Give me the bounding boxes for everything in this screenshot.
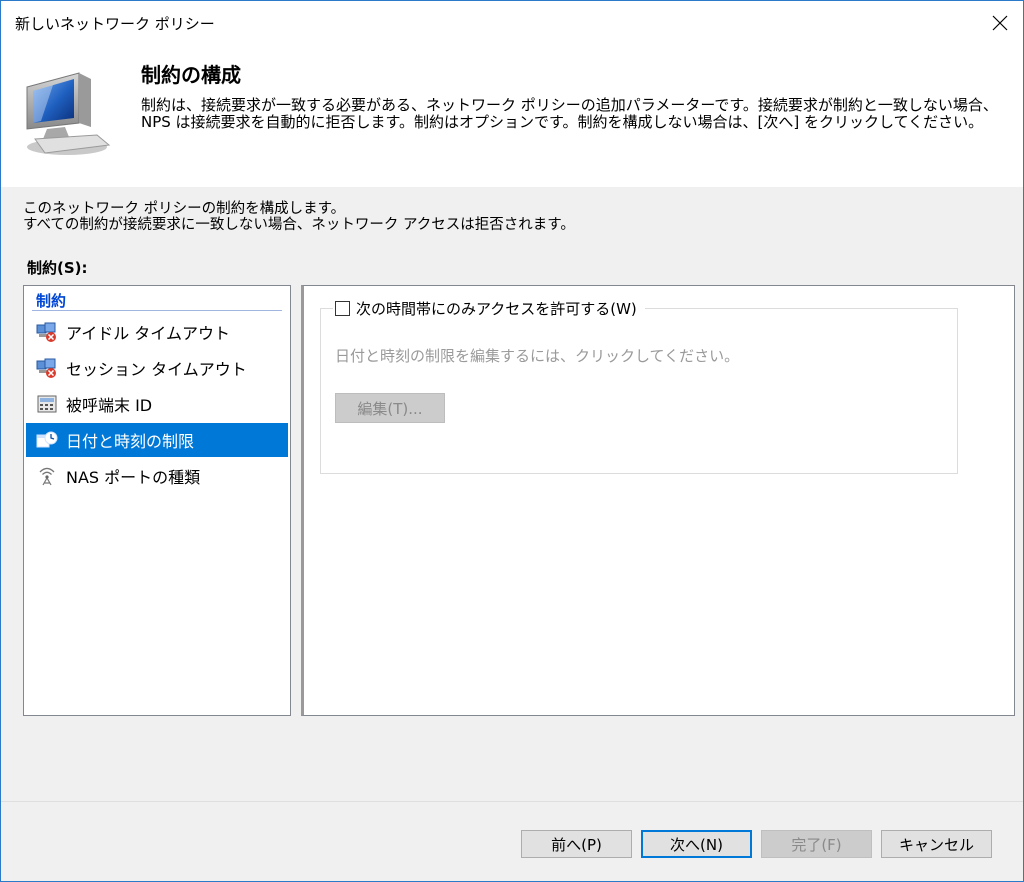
next-button[interactable]: 次へ(N)	[641, 830, 752, 858]
window-title: 新しいネットワーク ポリシー	[15, 15, 215, 33]
constraint-list-header: 制約	[36, 292, 67, 310]
constraint-item-label: NAS ポートの種類	[66, 468, 201, 487]
wizard-header: 制約の構成 制約は、接続要求が一致する必要がある、ネットワーク ポリシーの追加パ…	[1, 45, 1023, 187]
allow-access-checkbox[interactable]	[335, 301, 350, 316]
list-header-divider	[32, 310, 282, 311]
constraint-item-called-station-id[interactable]: 被呼端末 ID	[26, 387, 288, 421]
constraint-detail-panel: 次の時間帯にのみアクセスを許可する(W) 日付と時刻の制限を編集するには、クリッ…	[301, 285, 1015, 716]
constraint-item-day-time-restriction[interactable]: 日付と時刻の制限	[26, 423, 288, 457]
nas-port-type-icon	[36, 465, 58, 487]
day-time-restriction-icon	[36, 429, 58, 451]
intro-text: このネットワーク ポリシーの制約を構成します。 すべての制約が接続要求に一致しな…	[23, 201, 575, 233]
new-network-policy-dialog: 新しいネットワーク ポリシー 制約の構成 制約は、接続要求が一致する必要がある、…	[0, 0, 1024, 882]
intro-line-1: このネットワーク ポリシーの制約を構成します。	[23, 201, 346, 217]
day-time-group: 次の時間帯にのみアクセスを許可する(W) 日付と時刻の制限を編集するには、クリッ…	[320, 298, 958, 474]
called-station-id-icon	[36, 393, 58, 415]
page-title: 制約の構成	[141, 63, 241, 87]
footer-divider	[1, 801, 1023, 802]
close-button[interactable]	[977, 1, 1023, 45]
edit-help-text: 日付と時刻の制限を編集するには、クリックしてください。	[335, 347, 740, 365]
back-button[interactable]: 前へ(P)	[521, 830, 632, 858]
title-bar: 新しいネットワーク ポリシー	[1, 1, 1023, 45]
idle-timeout-icon	[36, 321, 58, 343]
constraint-item-label: 日付と時刻の制限	[66, 432, 195, 451]
intro-line-2: すべての制約が接続要求に一致しない場合、ネットワーク アクセスは拒否されます。	[23, 217, 575, 233]
page-description: 制約は、接続要求が一致する必要がある、ネットワーク ポリシーの追加パラメーターで…	[141, 96, 998, 131]
allow-access-checkbox-label[interactable]: 次の時間帯にのみアクセスを許可する(W)	[356, 298, 637, 319]
cancel-button[interactable]: キャンセル	[881, 830, 992, 858]
close-icon	[992, 15, 1008, 31]
constraint-item-session-timeout[interactable]: セッション タイムアウト	[26, 351, 288, 385]
edit-button[interactable]: 編集(T)...	[335, 393, 445, 423]
allow-access-checkbox-row[interactable]: 次の時間帯にのみアクセスを許可する(W)	[333, 298, 645, 319]
constraints-label: 制約(S):	[27, 259, 88, 277]
constraint-item-nas-port-type[interactable]: NAS ポートの種類	[26, 459, 288, 493]
finish-button[interactable]: 完了(F)	[761, 830, 872, 858]
session-timeout-icon	[36, 357, 58, 379]
constraint-list[interactable]: 制約 アイドル タイムアウト セッション タイムアウト 被呼端末 ID 日付と時…	[23, 285, 291, 716]
constraint-item-label: アイドル タイムアウト	[66, 324, 230, 343]
constraint-item-label: セッション タイムアウト	[66, 360, 247, 379]
computer-monitor-icon	[17, 65, 117, 169]
constraint-item-label: 被呼端末 ID	[66, 396, 153, 415]
constraint-item-idle-timeout[interactable]: アイドル タイムアウト	[26, 315, 288, 349]
